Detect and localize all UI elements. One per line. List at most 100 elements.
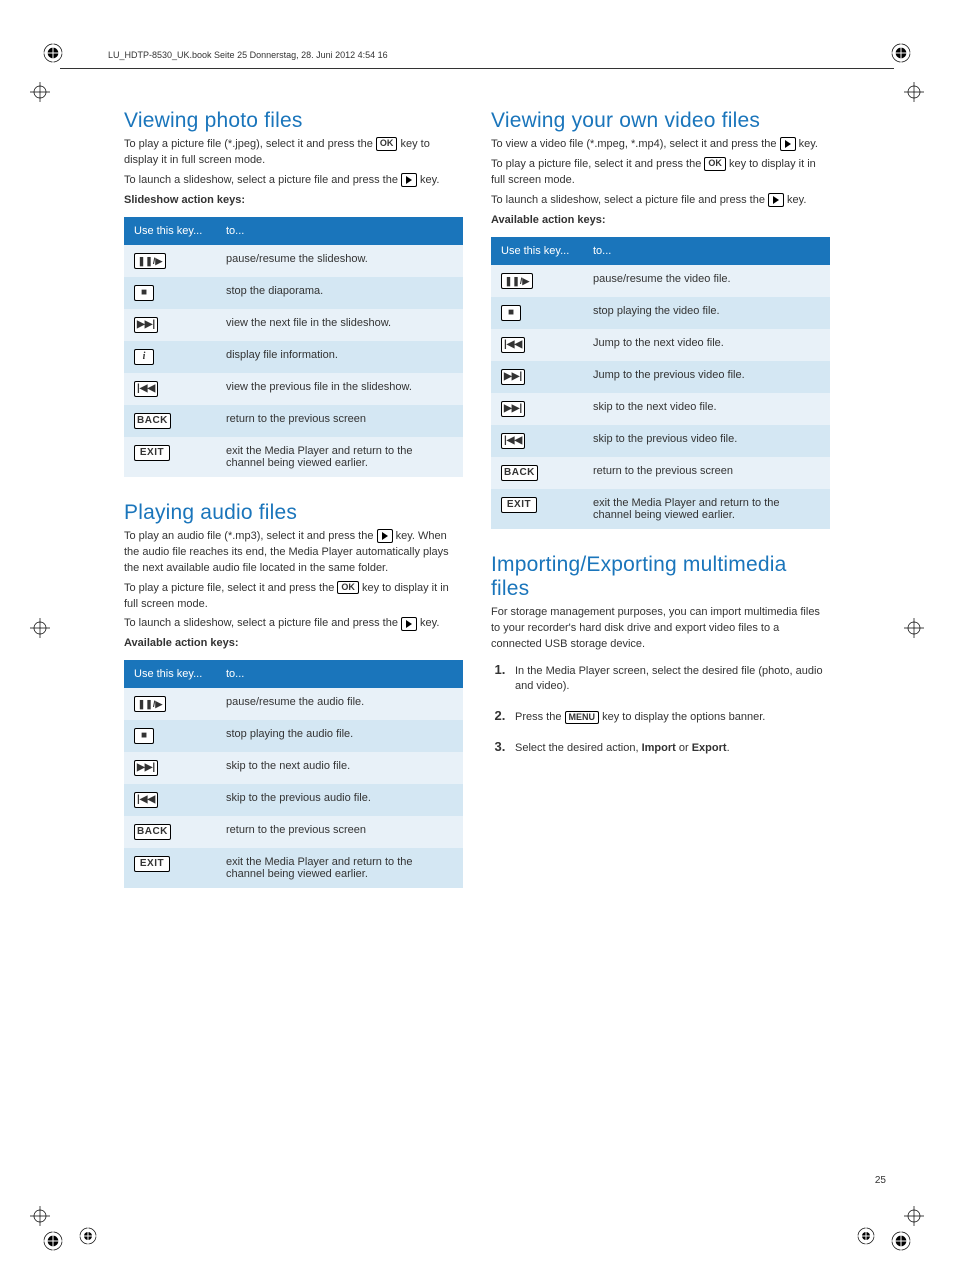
print-header: LU_HDTP-8530_UK.book Seite 25 Donnerstag… — [108, 50, 894, 60]
registration-mark-icon — [78, 1226, 98, 1246]
skip-prev-key-icon: |◀◀ — [134, 792, 158, 808]
action-cell: stop the diaporama. — [216, 277, 463, 309]
table-row: EXIT exit the Media Player and return to … — [124, 437, 463, 477]
registration-mark-icon — [890, 42, 912, 64]
table-row: BACKreturn to the previous screen — [124, 816, 463, 848]
table-row: |◀◀ skip to the previous audio file. — [124, 784, 463, 816]
rewind-key-icon: |◀◀ — [501, 337, 525, 353]
action-cell: exit the Media Player and return to the … — [216, 437, 463, 477]
audio-keys-table: Use this key...to... ❚❚/▶pause/resume th… — [124, 660, 463, 888]
fast-forward-key-icon: ▶▶| — [501, 369, 525, 385]
key-cell: EXIT — [124, 437, 216, 477]
action-cell: display file information. — [216, 341, 463, 373]
key-cell: |◀◀ — [491, 425, 583, 457]
ok-key-icon: OK — [376, 137, 398, 150]
ok-key-icon: OK — [337, 581, 359, 594]
key-cell: EXIT — [124, 848, 216, 888]
play-key-icon — [377, 529, 393, 543]
th-key: Use this key... — [124, 217, 216, 245]
crop-mark-icon — [904, 82, 924, 102]
section-import-export: Importing/Exporting multimedia files For… — [491, 553, 830, 758]
pause-play-key-icon: ❚❚/▶ — [501, 273, 533, 289]
registration-mark-icon — [890, 1230, 912, 1252]
key-cell: ▶▶| — [124, 752, 216, 784]
action-cell: pause/resume the audio file. — [216, 688, 463, 720]
info-key-icon: i — [134, 349, 154, 365]
skip-next-key-icon: ▶▶| — [501, 401, 525, 417]
registration-mark-icon — [856, 1226, 876, 1246]
action-cell: return to the previous screen — [216, 405, 463, 437]
exit-key-icon: EXIT — [134, 445, 170, 461]
body-text: Available action keys: — [124, 636, 463, 652]
header-rule — [60, 68, 894, 69]
key-cell: |◀◀ — [124, 373, 216, 405]
stop-key-icon: ■ — [134, 285, 154, 301]
action-cell: stop playing the audio file. — [216, 720, 463, 752]
registration-mark-icon — [42, 42, 64, 64]
heading-playing-audio: Playing audio files — [124, 501, 463, 525]
action-cell: Jump to the previous video file. — [583, 361, 830, 393]
action-cell: view the next file in the slideshow. — [216, 309, 463, 341]
heading-import-export: Importing/Exporting multimedia files — [491, 553, 830, 601]
crop-mark-icon — [30, 1206, 50, 1226]
body-text: Available action keys: — [491, 213, 830, 229]
key-cell: ▶▶| — [491, 393, 583, 425]
table-row: ■stop playing the audio file. — [124, 720, 463, 752]
key-cell: ■ — [491, 297, 583, 329]
action-cell: pause/resume the video file. — [583, 265, 830, 297]
table-row: ■ stop the diaporama. — [124, 277, 463, 309]
key-cell: ❚❚/▶ — [124, 245, 216, 277]
table-row: BACK return to the previous screen — [491, 457, 830, 489]
table-row: ▶▶| skip to the next video file. — [491, 393, 830, 425]
content-columns: Viewing photo files To play a picture fi… — [124, 109, 830, 912]
registration-mark-icon — [42, 1230, 64, 1252]
action-cell: skip to the next video file. — [583, 393, 830, 425]
action-cell: skip to the next audio file. — [216, 752, 463, 784]
action-cell: Jump to the next video file. — [583, 329, 830, 361]
table-row: |◀◀view the previous file in the slidesh… — [124, 373, 463, 405]
left-column: Viewing photo files To play a picture fi… — [124, 109, 463, 912]
key-cell: |◀◀ — [124, 784, 216, 816]
table-row: |◀◀ Jump to the next video file. — [491, 329, 830, 361]
crop-mark-icon — [904, 618, 924, 638]
back-key-icon: BACK — [501, 465, 538, 481]
table-row: ❚❚/▶pause/resume the slideshow. — [124, 245, 463, 277]
action-cell: skip to the previous audio file. — [216, 784, 463, 816]
body-text: To play a picture file, select it and pr… — [124, 581, 463, 613]
action-cell: stop playing the video file. — [583, 297, 830, 329]
heading-viewing-photo: Viewing photo files — [124, 109, 463, 133]
back-key-icon: BACK — [134, 413, 171, 429]
key-cell: ❚❚/▶ — [124, 688, 216, 720]
table-row: ■stop playing the video file. — [491, 297, 830, 329]
skip-prev-key-icon: |◀◀ — [501, 433, 525, 449]
table-row: EXITexit the Media Player and return to … — [491, 489, 830, 529]
pause-play-key-icon: ❚❚/▶ — [134, 253, 166, 269]
key-cell: ❚❚/▶ — [491, 265, 583, 297]
action-cell: exit the Media Player and return to the … — [583, 489, 830, 529]
key-cell: BACK — [491, 457, 583, 489]
key-cell: BACK — [124, 405, 216, 437]
key-cell: EXIT — [491, 489, 583, 529]
heading-viewing-video: Viewing your own video files — [491, 109, 830, 133]
ok-key-icon: OK — [704, 157, 726, 170]
key-cell: ▶▶| — [124, 309, 216, 341]
body-text: Slideshow action keys: — [124, 193, 463, 209]
table-row: ❚❚/▶ pause/resume the video file. — [491, 265, 830, 297]
section-playing-audio: Playing audio files To play an audio fil… — [124, 501, 463, 889]
table-row: ❚❚/▶pause/resume the audio file. — [124, 688, 463, 720]
body-text: To view a video file (*.mpeg, *.mp4), se… — [491, 137, 830, 153]
body-text: To launch a slideshow, select a picture … — [124, 173, 463, 189]
page: LU_HDTP-8530_UK.book Seite 25 Donnerstag… — [0, 0, 954, 1286]
key-cell: ■ — [124, 277, 216, 309]
th-key: Use this key... — [491, 237, 583, 265]
list-item: Select the desired action, Import or Exp… — [509, 738, 830, 757]
body-text: To launch a slideshow, select a picture … — [124, 616, 463, 632]
action-cell: skip to the previous video file. — [583, 425, 830, 457]
th-action: to... — [216, 217, 463, 245]
table-row: ▶▶| Jump to the previous video file. — [491, 361, 830, 393]
key-cell: ▶▶| — [491, 361, 583, 393]
section-viewing-photo: Viewing photo files To play a picture fi… — [124, 109, 463, 477]
skip-prev-key-icon: |◀◀ — [134, 381, 158, 397]
video-keys-table: Use this key...to... ❚❚/▶pause/resume th… — [491, 237, 830, 529]
action-cell: return to the previous screen — [583, 457, 830, 489]
